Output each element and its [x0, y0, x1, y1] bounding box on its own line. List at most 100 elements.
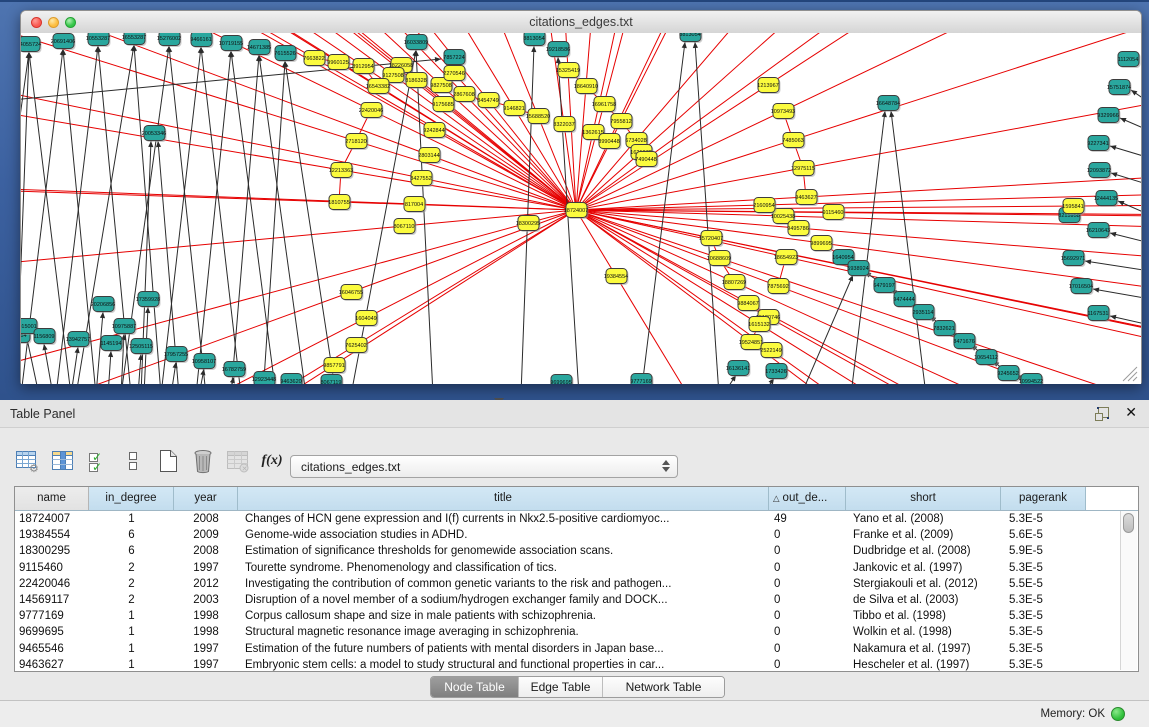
graph-node[interactable]: 8322037	[553, 117, 576, 134]
graph-node[interactable]: 12093872	[1087, 163, 1112, 180]
graph-node[interactable]: 8813054	[679, 33, 702, 43]
graph-node[interactable]: 20053346	[142, 126, 167, 143]
graph-node[interactable]: 18807269	[722, 275, 747, 292]
graph-edge[interactable]	[231, 55, 261, 384]
graph-node[interactable]: 1156809	[33, 329, 56, 346]
close-panel-icon[interactable]: ✕	[1125, 404, 1137, 421]
graph-node[interactable]: 8454749	[477, 93, 500, 110]
column-header-name[interactable]: name	[15, 487, 89, 510]
graph-edge[interactable]	[414, 50, 433, 384]
graph-node[interactable]: 16648784	[876, 96, 901, 113]
table-row[interactable]: 2242004622012Investigating the contribut…	[15, 576, 1138, 592]
graph-edge[interactable]	[576, 33, 1141, 210]
column-header-short[interactable]: short	[846, 487, 1001, 510]
graph-node[interactable]: 18724007	[564, 203, 589, 220]
graph-node[interactable]: 9466161	[190, 33, 213, 48]
graph-node[interactable]: 16046755	[339, 285, 364, 302]
window-titlebar[interactable]: citations_edges.txt	[21, 11, 1141, 34]
graph-node[interactable]: 1145194	[100, 336, 123, 353]
graph-node[interactable]: 16961758	[592, 97, 617, 114]
graph-node[interactable]: 17957255	[164, 347, 189, 364]
graph-node[interactable]: 9463627	[795, 190, 818, 207]
graph-node[interactable]: 7955812	[610, 114, 633, 131]
graph-node[interactable]: 19218586	[546, 42, 571, 59]
graph-edge[interactable]	[1093, 287, 1141, 299]
table-scrollbar-thumb[interactable]	[1123, 513, 1134, 533]
graph-node[interactable]: 8990448	[598, 134, 621, 151]
graph-edge[interactable]	[21, 33, 576, 210]
graph-node[interactable]: 22420046	[359, 103, 384, 120]
import-table-button[interactable]: ✕	[224, 447, 252, 475]
graph-node[interactable]: 1213967	[757, 78, 780, 95]
network-table-select[interactable]: citations_edges.txt	[290, 455, 678, 478]
graph-node[interactable]: 15688520	[526, 109, 551, 126]
graph-node[interactable]: 7490448	[635, 152, 658, 169]
graph-node[interactable]: 7615526	[274, 46, 297, 63]
graph-node[interactable]: 2270546	[443, 66, 466, 83]
graph-node[interactable]: 9699695	[550, 375, 573, 385]
graph-node[interactable]: 20206856	[91, 297, 116, 314]
graph-node[interactable]: 16136141	[726, 361, 751, 378]
graph-node[interactable]: 19384554	[604, 269, 629, 286]
tab-node-table[interactable]: Node Table	[431, 677, 519, 697]
graph-node[interactable]: 2867608	[453, 87, 476, 104]
graph-edge[interactable]	[161, 47, 203, 384]
graph-edge[interactable]	[801, 275, 853, 384]
graph-node[interactable]: 9960125	[327, 55, 350, 72]
float-panel-icon[interactable]	[1095, 407, 1109, 421]
graph-node[interactable]: 15720407	[699, 231, 724, 248]
table-row[interactable]: 1456911722003Disruption of a novel membe…	[15, 592, 1138, 608]
graph-node[interactable]: 10719155	[219, 36, 244, 53]
graph-node[interactable]: 9474444	[893, 292, 916, 309]
graph-node[interactable]: 10553287	[86, 33, 111, 47]
graph-node[interactable]: 16553287	[122, 33, 147, 46]
graph-edge[interactable]	[283, 61, 336, 384]
graph-edge[interactable]	[1118, 201, 1141, 215]
show-columns-button[interactable]	[49, 447, 77, 475]
graph-node[interactable]: 9463620	[280, 374, 303, 385]
graph-node[interactable]: 13942757	[66, 332, 91, 349]
graph-node[interactable]: 9329966	[1097, 108, 1120, 125]
graph-node[interactable]: 9175685	[432, 97, 455, 114]
graph-edge[interactable]	[889, 111, 926, 384]
graph-node[interactable]: 16210643	[1086, 223, 1111, 240]
graph-edge[interactable]	[21, 159, 576, 210]
graph-node[interactable]: 7857224	[443, 50, 466, 67]
graph-edge[interactable]	[171, 362, 178, 384]
graph-node[interactable]: 7875692	[767, 279, 790, 296]
graph-node[interactable]: 8186328	[405, 73, 428, 90]
graph-node[interactable]: 7625402	[345, 338, 368, 355]
graph-edge[interactable]	[1110, 145, 1141, 158]
tab-network-table[interactable]: Network Table	[603, 677, 724, 697]
new-file-button[interactable]	[154, 447, 182, 475]
graph-node[interactable]: 18640910	[574, 79, 599, 96]
graph-node[interactable]: 8067110	[393, 219, 416, 236]
table-row[interactable]: 1872400712008Changes of HCN gene express…	[15, 511, 1138, 527]
graph-node[interactable]: 12213363	[329, 163, 354, 180]
table-settings-button[interactable]: ⚙	[14, 447, 42, 475]
graph-edge[interactable]	[351, 50, 417, 384]
table-row[interactable]: 911546021997Tourette syndrome. Phenomeno…	[15, 560, 1138, 576]
graph-node[interactable]: 20691406	[51, 34, 76, 51]
graph-node[interactable]: 15751874	[1107, 80, 1132, 97]
graph-node[interactable]: 16782759	[222, 362, 247, 379]
graph-node[interactable]: 8912954	[352, 59, 375, 76]
graph-node[interactable]: 10975887	[112, 319, 137, 336]
graph-node[interactable]: 2935114	[912, 305, 935, 322]
network-window[interactable]: citations_edges.txt 14055724206914061055…	[20, 10, 1142, 384]
graph-node[interactable]: 15692971	[1061, 251, 1086, 268]
graph-node[interactable]: 1167531	[1087, 306, 1110, 323]
graph-node[interactable]: 12975115	[791, 161, 816, 178]
graph-node[interactable]: 17016504	[1069, 279, 1094, 296]
graph-node[interactable]: 9146821	[503, 101, 526, 118]
graph-node[interactable]: 7485063	[782, 133, 805, 150]
graph-node[interactable]: 9245652	[997, 366, 1020, 383]
graph-edge[interactable]	[21, 210, 576, 349]
table-row[interactable]: 969969511998Structural magnetic resonanc…	[15, 624, 1138, 640]
table-row[interactable]: 946554611997Estimation of the future num…	[15, 641, 1138, 657]
graph-node[interactable]: 10973493	[771, 104, 796, 121]
graph-node[interactable]: 15276002	[157, 33, 182, 47]
graph-node[interactable]: 2718120	[345, 134, 368, 151]
graph-node[interactable]: 1604049	[355, 311, 378, 328]
graph-node[interactable]: 16543382	[366, 79, 391, 96]
